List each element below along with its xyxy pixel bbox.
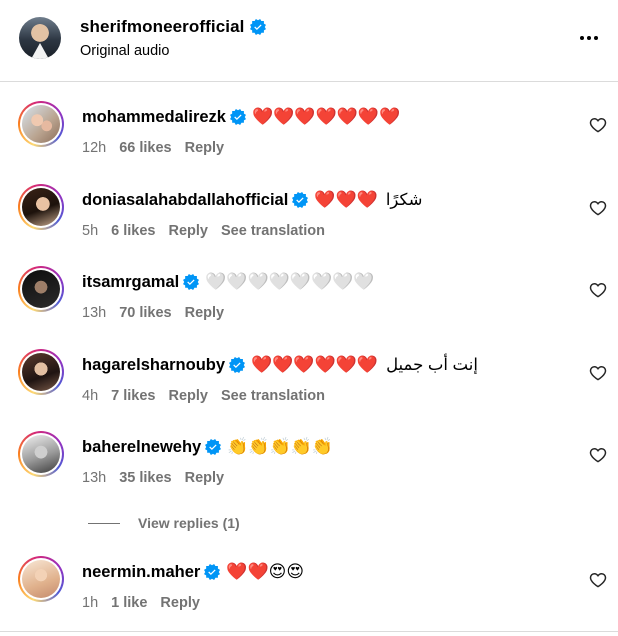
heart-like-icon[interactable] [589,116,607,134]
reply-button[interactable]: Reply [160,595,200,611]
commenter-avatar[interactable] [18,349,64,395]
author-username[interactable]: sherifmoneerofficial [80,17,245,37]
comment-item: mohammedalirezk ❤️❤️❤️❤️❤️❤️❤️ 12h 66 li… [0,101,618,181]
comment-item: hagarelsharnouby ❤️❤️❤️❤️❤️❤️ إنت أب جمي… [0,349,618,429]
commenter-avatar[interactable] [18,101,64,147]
comment-text: ❤️❤️❤️❤️❤️❤️ [251,355,379,375]
more-options-icon[interactable] [578,27,600,49]
comment-username[interactable]: mohammedalirezk [82,108,226,127]
comment-arabic-text: إنت أب جميل [386,356,478,374]
comment-time[interactable]: 1h [82,595,98,611]
comment-username[interactable]: doniasalahabdallahofficial [82,191,288,210]
heart-like-icon[interactable] [589,446,607,464]
heart-like-icon[interactable] [589,364,607,382]
reply-button[interactable]: Reply [185,305,225,321]
comment-item: baherelnewehy 👏👏👏👏👏 13h 35 likes Reply [0,431,618,511]
heart-like-icon[interactable] [589,571,607,589]
comment-item: neermin.maher ❤️❤️😍😍 1h 1 like Reply [0,556,618,636]
comment-time[interactable]: 13h [82,305,106,321]
comment-text: 👏👏👏👏👏 [227,437,334,457]
author-name-row: sherifmoneerofficial [80,17,266,37]
comment-likes[interactable]: 7 likes [111,388,155,404]
verified-badge-icon [204,564,221,580]
reply-button[interactable]: Reply [168,223,208,239]
heart-like-icon[interactable] [589,199,607,217]
audio-label[interactable]: Original audio [80,43,169,59]
comment-username[interactable]: itsamrgamal [82,273,179,292]
reply-button[interactable]: Reply [185,140,225,156]
reply-button[interactable]: Reply [185,470,225,486]
comment-likes[interactable]: 66 likes [119,140,171,156]
verified-badge-icon [229,109,246,125]
view-replies-button[interactable]: View replies (1) [88,515,240,531]
heart-like-icon[interactable] [589,281,607,299]
comment-username[interactable]: neermin.maher [82,563,200,582]
comment-text: 🤍🤍🤍🤍🤍🤍🤍🤍 [205,272,375,292]
comment-time[interactable]: 12h [82,140,106,156]
reply-button[interactable]: Reply [168,388,208,404]
verified-badge-icon [183,274,200,290]
replies-divider [88,522,120,524]
comment-likes[interactable]: 70 likes [119,305,171,321]
comment-text: ❤️❤️❤️ [314,190,378,210]
comment-likes[interactable]: 35 likes [119,470,171,486]
verified-badge-icon [205,439,222,455]
verified-badge-icon [292,192,309,208]
commenter-avatar[interactable] [18,266,64,312]
commenter-avatar[interactable] [18,431,64,477]
comment-time[interactable]: 13h [82,470,106,486]
comment-text: ❤️❤️😍😍 [226,562,305,582]
see-translation-button[interactable]: See translation [221,223,325,239]
comment-text: ❤️❤️❤️❤️❤️❤️❤️ [251,107,401,127]
verified-badge-icon [249,19,266,35]
bottom-divider [0,631,618,632]
comment-username[interactable]: hagarelsharnouby [82,356,225,375]
comment-item: itsamrgamal 🤍🤍🤍🤍🤍🤍🤍🤍 13h 70 likes Reply [0,266,618,346]
commenter-avatar[interactable] [18,556,64,602]
commenter-avatar[interactable] [18,184,64,230]
comment-username[interactable]: baherelnewehy [82,438,201,457]
verified-badge-icon [229,357,246,373]
author-avatar[interactable] [19,17,61,59]
view-replies-label: View replies (1) [138,515,240,531]
see-translation-button[interactable]: See translation [221,388,325,404]
comment-arabic-text: شكرًا [385,191,423,209]
comment-item: doniasalahabdallahofficial ❤️❤️❤️ شكرًا … [0,184,618,264]
post-header: sherifmoneerofficial Original audio [0,0,618,82]
comment-time[interactable]: 5h [82,223,98,239]
comment-likes[interactable]: 6 likes [111,223,155,239]
comment-likes[interactable]: 1 like [111,595,147,611]
comment-time[interactable]: 4h [82,388,98,404]
